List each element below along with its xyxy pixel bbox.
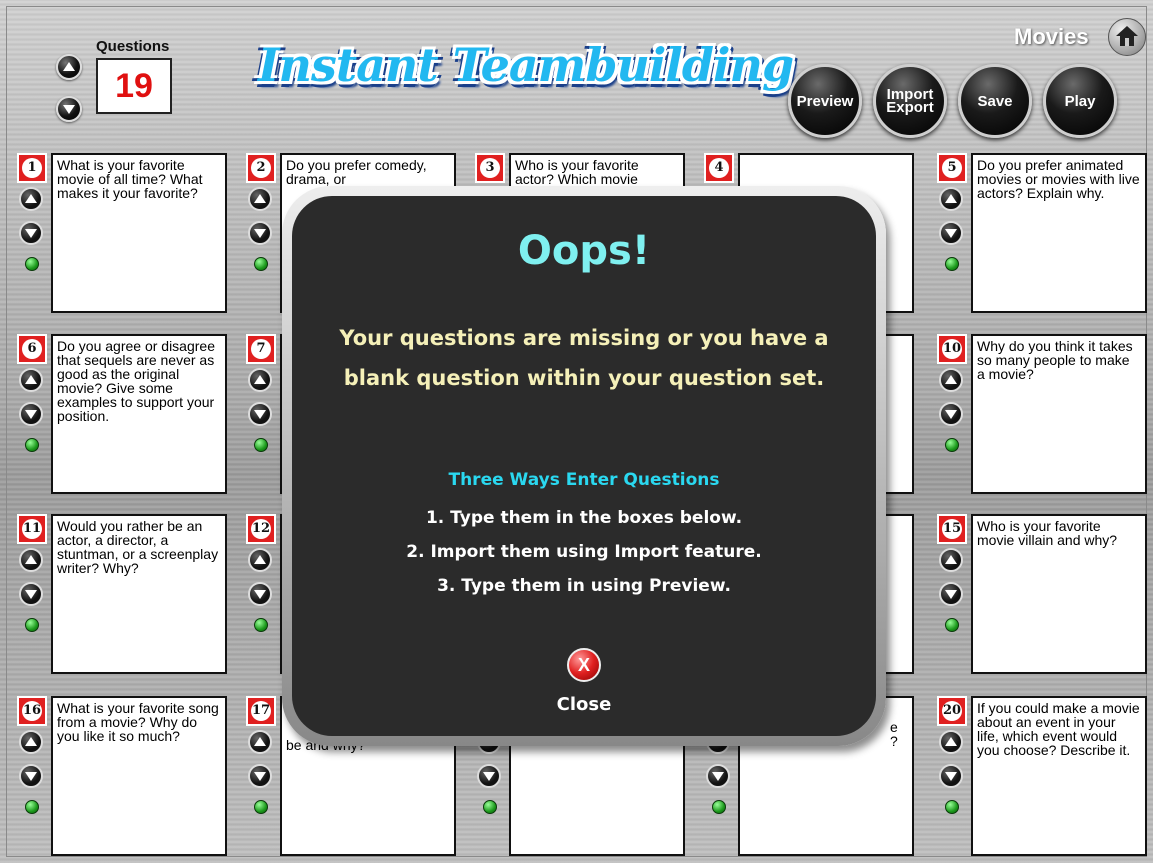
status-indicator <box>25 438 39 452</box>
move-down-button[interactable] <box>248 402 272 426</box>
close-icon[interactable]: X <box>567 648 601 682</box>
move-up-button[interactable] <box>19 368 43 392</box>
question-number: 12 <box>246 514 276 544</box>
status-indicator <box>25 800 39 814</box>
question-number: 15 <box>937 514 967 544</box>
question-number: 17 <box>246 696 276 726</box>
move-down-button[interactable] <box>19 764 43 788</box>
question-input[interactable]: Do you agree or disagree that sequels ar… <box>51 334 227 494</box>
status-indicator <box>254 800 268 814</box>
question-slot-11: 11 Would you rather be an actor, a direc… <box>17 514 229 674</box>
save-button[interactable]: Save <box>958 64 1032 138</box>
question-slot-6: 6 Do you agree or disagree that sequels … <box>17 334 229 494</box>
move-down-button[interactable] <box>19 221 43 245</box>
question-slot-1: 1 What is your favorite movie of all tim… <box>17 153 229 313</box>
dialog-panel: Oops! Your questions are missing or you … <box>292 196 876 736</box>
topic-title: Movies <box>1014 24 1089 49</box>
question-number: 2 <box>246 153 276 183</box>
move-up-button[interactable] <box>248 368 272 392</box>
question-number: 3 <box>475 153 505 183</box>
question-count-down-button[interactable] <box>56 96 82 122</box>
move-up-button[interactable] <box>939 187 963 211</box>
question-number: 4 <box>704 153 734 183</box>
move-up-button[interactable] <box>939 548 963 572</box>
move-down-button[interactable] <box>19 582 43 606</box>
move-down-button[interactable] <box>248 221 272 245</box>
move-up-button[interactable] <box>248 730 272 754</box>
move-up-button[interactable] <box>248 187 272 211</box>
move-up-button[interactable] <box>19 548 43 572</box>
move-up-button[interactable] <box>19 730 43 754</box>
status-indicator <box>254 257 268 271</box>
question-input[interactable]: Would you rather be an actor, a director… <box>51 514 227 674</box>
question-slot-20: 20 If you could make a movie about an ev… <box>937 696 1149 856</box>
question-number: 7 <box>246 334 276 364</box>
status-indicator <box>25 257 39 271</box>
question-number: 20 <box>937 696 967 726</box>
move-down-button[interactable] <box>248 764 272 788</box>
move-down-button[interactable] <box>939 221 963 245</box>
question-count: 19 <box>96 58 172 114</box>
status-indicator <box>945 800 959 814</box>
dialog-subtitle: Three Ways Enter Questions <box>448 470 720 490</box>
question-slot-16: 16 What is your favorite song from a mov… <box>17 696 229 856</box>
close-button[interactable]: Close <box>292 694 876 715</box>
home-button[interactable] <box>1108 18 1146 56</box>
status-indicator <box>483 800 497 814</box>
status-indicator <box>712 800 726 814</box>
move-up-button[interactable] <box>19 187 43 211</box>
move-down-button[interactable] <box>939 764 963 788</box>
status-indicator <box>945 618 959 632</box>
play-button[interactable]: Play <box>1043 64 1117 138</box>
move-down-button[interactable] <box>477 764 501 788</box>
move-down-button[interactable] <box>19 402 43 426</box>
move-up-button[interactable] <box>939 368 963 392</box>
question-number: 6 <box>17 334 47 364</box>
dialog-step: 1. Type them in the boxes below. <box>425 508 743 528</box>
dialog-title: Oops! <box>517 228 651 274</box>
dialog-message: Your questions are missing or you have a… <box>339 326 829 390</box>
question-input[interactable]: Do you prefer animated movies or movies … <box>971 153 1147 313</box>
move-down-button[interactable] <box>939 582 963 606</box>
question-number: 1 <box>17 153 47 183</box>
question-slot-5: 5 Do you prefer animated movies or movie… <box>937 153 1149 313</box>
question-number: 5 <box>937 153 967 183</box>
status-indicator <box>254 618 268 632</box>
status-indicator <box>945 257 959 271</box>
status-indicator <box>25 618 39 632</box>
dialog-step: 3. Type them in using Preview. <box>437 576 731 596</box>
move-down-button[interactable] <box>939 402 963 426</box>
import-export-button[interactable]: Import Export <box>873 64 947 138</box>
question-number: 10 <box>937 334 967 364</box>
questions-label: Questions <box>96 38 170 55</box>
move-down-button[interactable] <box>706 764 730 788</box>
question-input[interactable]: What is your favorite movie of all time?… <box>51 153 227 313</box>
dialog-step: 2. Import them using Import feature. <box>406 542 762 562</box>
preview-button[interactable]: Preview <box>788 64 862 138</box>
error-dialog: Oops! Your questions are missing or you … <box>282 186 886 746</box>
question-input[interactable]: Why do you think it takes so many people… <box>971 334 1147 494</box>
question-number: 16 <box>17 696 47 726</box>
move-up-button[interactable] <box>939 730 963 754</box>
question-count-up-button[interactable] <box>56 54 82 80</box>
app-logo: Instant Teambuilding <box>258 38 794 92</box>
status-indicator <box>945 438 959 452</box>
move-down-button[interactable] <box>248 582 272 606</box>
question-input[interactable]: What is your favorite song from a movie?… <box>51 696 227 856</box>
question-slot-15: 15 Who is your favorite movie villain an… <box>937 514 1149 674</box>
home-icon <box>1116 26 1138 46</box>
question-slot-10: 10 Why do you think it takes so many peo… <box>937 334 1149 494</box>
question-input[interactable]: If you could make a movie about an event… <box>971 696 1147 856</box>
question-input[interactable]: Who is your favorite movie villain and w… <box>971 514 1147 674</box>
question-number: 11 <box>17 514 47 544</box>
status-indicator <box>254 438 268 452</box>
move-up-button[interactable] <box>248 548 272 572</box>
